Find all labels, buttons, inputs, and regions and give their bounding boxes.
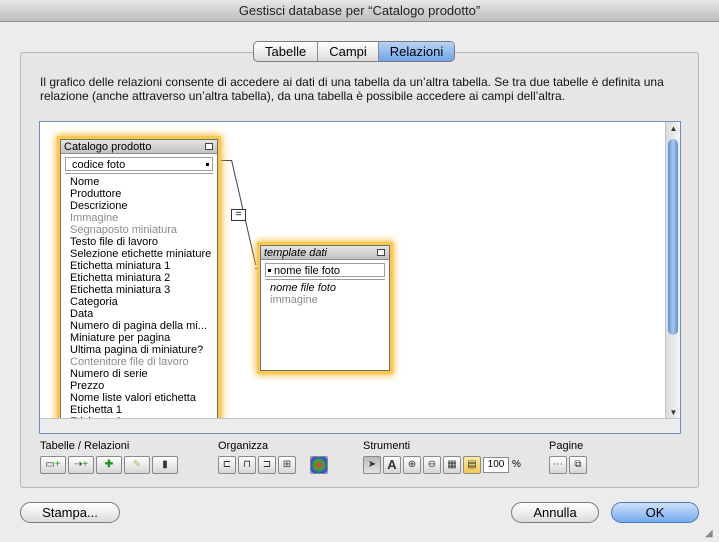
field-item[interactable]: Contenitore file di lavoro [65, 356, 213, 368]
zoom-unit: % [512, 459, 521, 470]
zoom-level-field[interactable]: 100 [483, 457, 509, 473]
table-template-dati[interactable]: template dati nome file foto nome file f… [260, 245, 390, 371]
resize-grip-icon[interactable]: ◢ [705, 528, 717, 540]
field-item[interactable]: Data [65, 308, 213, 320]
field-item[interactable]: Etichetta 1 [65, 404, 213, 416]
field-item[interactable]: Nome liste valori etichetta [65, 392, 213, 404]
text-tool-icon[interactable]: A [383, 456, 401, 474]
cancel-button[interactable]: Annulla [511, 502, 599, 523]
table-catalog-prodotto[interactable]: Catalogo prodotto codice foto Nome Produt… [60, 139, 218, 433]
table-menu-icon[interactable] [205, 143, 213, 150]
arrange-toolbar: ⊏ ⊓ ⊐ ⊞ [218, 456, 330, 476]
table-menu-icon[interactable] [377, 249, 385, 256]
field-item[interactable]: Etichetta miniatura 3 [65, 284, 213, 296]
table-header[interactable]: template dati [261, 246, 389, 260]
scroll-thumb[interactable] [668, 139, 678, 335]
field-item[interactable]: Numero di serie [65, 368, 213, 380]
key-field-label: nome file foto [274, 265, 341, 277]
group-label-pages: Pagine [549, 440, 584, 452]
field-item[interactable]: Descrizione [65, 200, 213, 212]
delete-trash-icon[interactable]: ▮ [152, 456, 178, 474]
scroll-up-icon[interactable]: ▲ [666, 122, 680, 135]
print-button[interactable]: Stampa... [20, 502, 120, 523]
distribute-icon[interactable]: ⊐ [258, 456, 276, 474]
relationship-graph-canvas[interactable]: = Catalogo prodotto codice foto Nome Prod… [39, 121, 681, 434]
field-item[interactable]: nome file foto [265, 282, 385, 294]
relation-operator-icon[interactable]: = [231, 209, 246, 221]
field-item[interactable]: Etichetta miniatura 1 [65, 260, 213, 272]
note-tool-icon[interactable]: ▤ [463, 456, 481, 474]
field-item[interactable]: Etichetta miniatura 2 [65, 272, 213, 284]
table-title: template dati [264, 247, 327, 259]
field-item[interactable]: Selezione etichette miniature [65, 248, 213, 260]
tab-fields[interactable]: Campi [318, 42, 379, 61]
table-title: Catalogo prodotto [64, 141, 152, 153]
field-item[interactable]: Prezzo [65, 380, 213, 392]
window-title: Gestisci database per “Catalogo prodotto… [0, 0, 719, 22]
tab-bar: Tabelle Campi Relazioni [253, 41, 456, 62]
align-center-icon[interactable]: ⊓ [238, 456, 256, 474]
vertical-scrollbar[interactable]: ▲ ▼ [665, 122, 680, 419]
field-item[interactable]: Nome [65, 176, 213, 188]
field-item[interactable]: Produttore [65, 188, 213, 200]
edit-pencil-icon[interactable]: ✎ [124, 456, 150, 474]
field-list: nome file foto immagine [265, 279, 385, 306]
page-view-icon[interactable]: ▦ [443, 456, 461, 474]
key-field[interactable]: codice foto [65, 157, 213, 171]
field-list: Nome Produttore Descrizione Immagine Segnapo… [65, 173, 213, 428]
zoom-in-icon[interactable]: ⊕ [403, 456, 421, 474]
field-item[interactable]: Segnaposto miniatura [65, 224, 213, 236]
add-relationship-icon[interactable]: ⇢+ [68, 456, 94, 474]
key-field-label: codice foto [72, 159, 126, 171]
field-item[interactable]: Numero di pagina della mi... [65, 320, 213, 332]
color-picker-icon[interactable] [310, 456, 328, 474]
tables-relations-toolbar: ▭+ ⇢+ ✚ ✎ ▮ [40, 456, 180, 476]
tools-toolbar: ➤ A ⊕ ⊖ ▦ ▤ 100 % [363, 456, 521, 476]
zoom-out-icon[interactable]: ⊖ [423, 456, 441, 474]
relationships-description: Il grafico delle relazioni consente di a… [40, 75, 664, 103]
manage-database-window: Gestisci database per “Catalogo prodotto… [0, 0, 719, 542]
pointer-tool-icon[interactable]: ➤ [363, 456, 381, 474]
horizontal-scrollbar[interactable] [40, 418, 680, 433]
group-label-tools: Strumenti [363, 440, 411, 452]
field-item[interactable]: Ultima pagina di miniature? [65, 344, 213, 356]
pages-toolbar: ⋯ ⧉ [549, 456, 589, 476]
relation-line-left [218, 160, 232, 161]
key-connector-icon [268, 269, 271, 272]
field-item[interactable]: Categoria [65, 296, 213, 308]
table-header[interactable]: Catalogo prodotto [61, 140, 217, 154]
field-item[interactable]: Testo file di lavoro [65, 236, 213, 248]
group-label-tables-relations: Tabelle / Relazioni [40, 440, 130, 452]
align-left-icon[interactable]: ⊏ [218, 456, 236, 474]
group-label-arrange: Organizza [218, 440, 269, 452]
tab-tables[interactable]: Tabelle [254, 42, 319, 61]
page-grid-icon[interactable]: ⋯ [549, 456, 567, 474]
page-setup-icon[interactable]: ⧉ [569, 456, 587, 474]
resize-icon[interactable]: ⊞ [278, 456, 296, 474]
ok-button[interactable]: OK [611, 502, 699, 523]
field-item[interactable]: immagine [265, 294, 385, 306]
add-table-icon[interactable]: ▭+ [40, 456, 66, 474]
field-item[interactable]: Miniature per pagina [65, 332, 213, 344]
duplicate-icon[interactable]: ✚ [96, 456, 122, 474]
tab-relationships[interactable]: Relazioni [378, 42, 455, 61]
key-connector-icon [206, 163, 209, 166]
key-field[interactable]: nome file foto [265, 263, 385, 277]
field-item[interactable]: Immagine [65, 212, 213, 224]
